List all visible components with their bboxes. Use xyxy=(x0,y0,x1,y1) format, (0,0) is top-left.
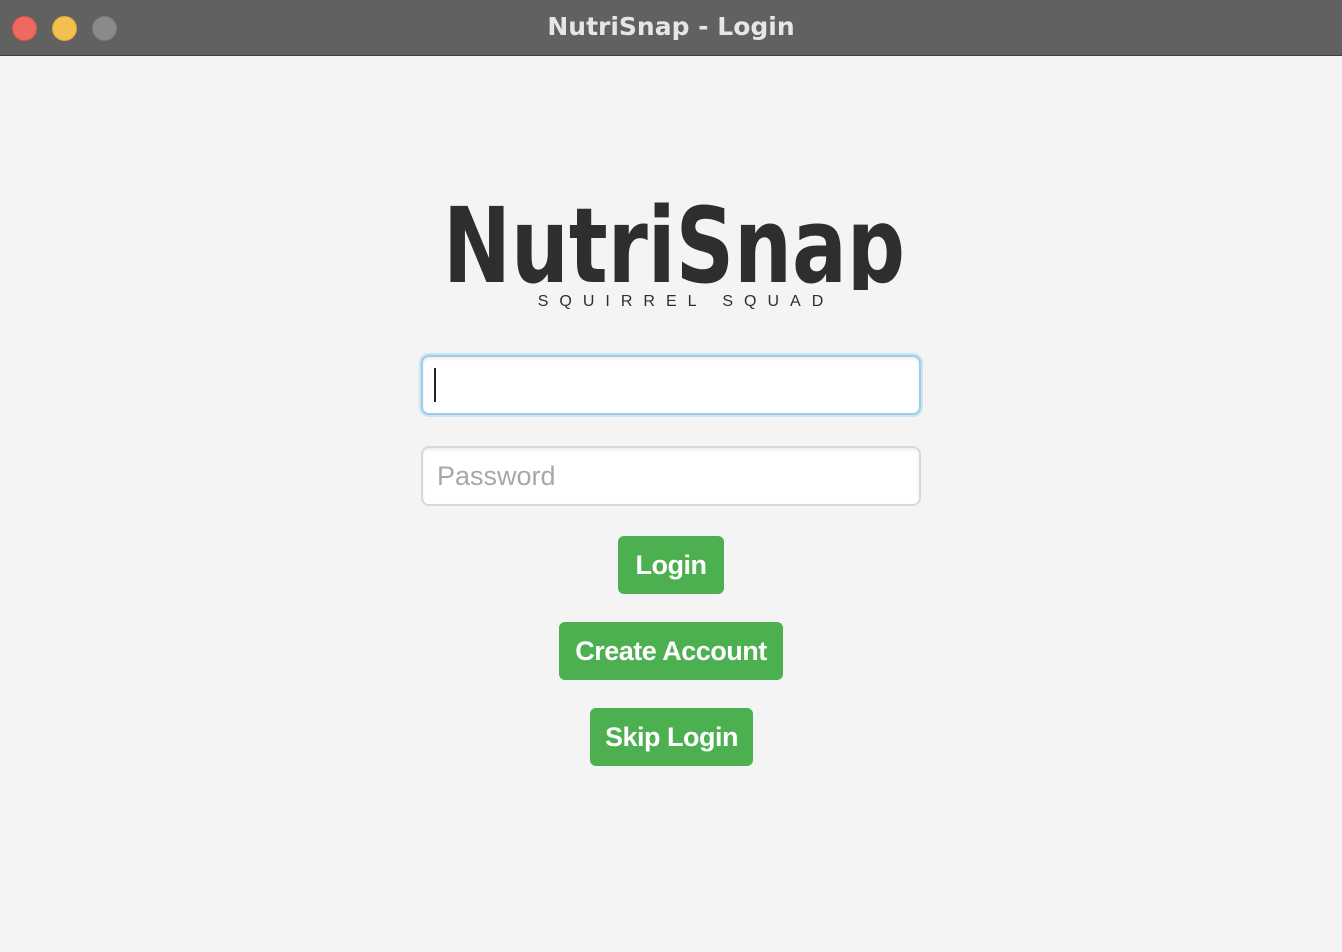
create-account-button[interactable]: Create Account xyxy=(559,622,783,680)
logo-tagline: SQUIRREL SQUAD xyxy=(537,293,835,310)
login-button[interactable]: Login xyxy=(618,536,724,594)
login-window: NutriSnap - Login NutriSnap SQUIRREL SQU… xyxy=(0,0,1342,952)
window-title: NutriSnap - Login xyxy=(547,12,795,41)
title-bar: NutriSnap - Login xyxy=(0,0,1342,56)
username-input[interactable] xyxy=(421,355,921,415)
skip-login-button[interactable]: Skip Login xyxy=(590,708,753,766)
password-input[interactable] xyxy=(421,446,921,506)
nutrisnap-logo: NutriSnap SQUIRREL SQUAD xyxy=(421,190,921,320)
text-cursor xyxy=(434,368,436,402)
logo-wordmark-text: NutriSnap xyxy=(443,190,905,290)
logo-wordmark: NutriSnap xyxy=(443,190,905,290)
